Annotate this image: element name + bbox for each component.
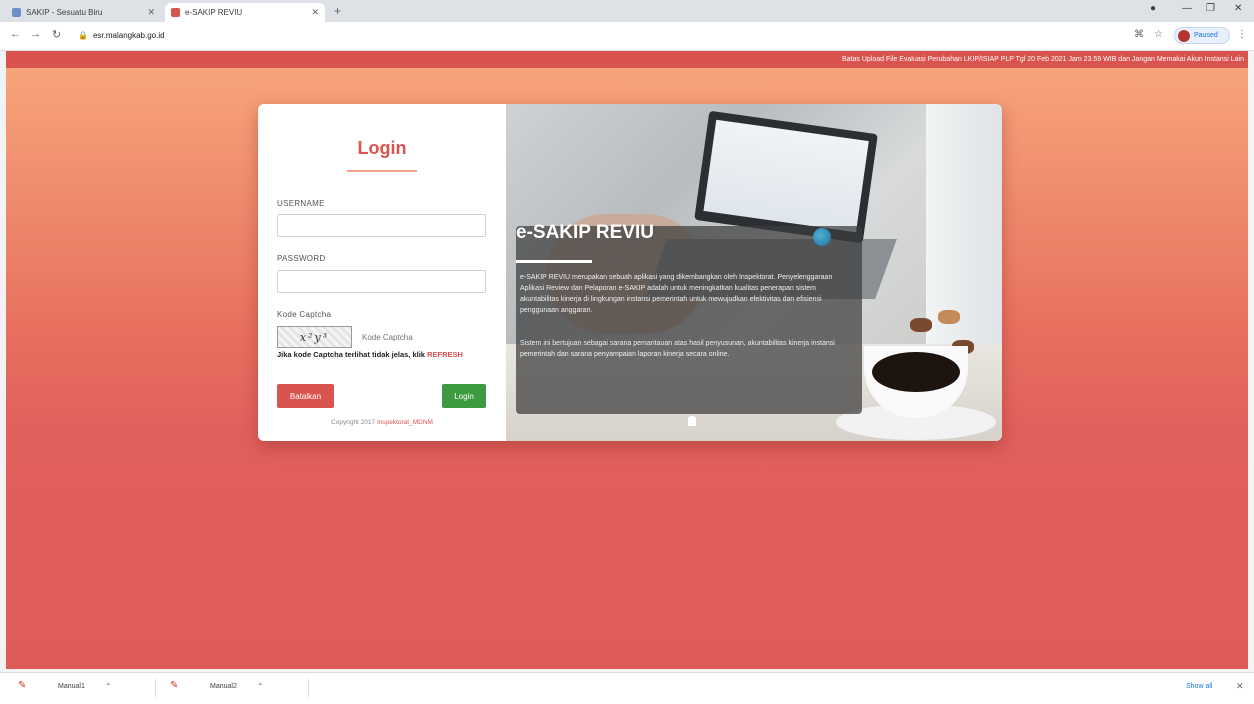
- cookie: [938, 310, 960, 324]
- hero-paragraph-2: Sistem ini bertujuan sebagai sarana pema…: [520, 340, 835, 358]
- download-item[interactable]: ✎ Manual2 ⌃: [170, 680, 264, 692]
- small-object: [688, 416, 696, 426]
- captcha-label: Kode Captcha: [277, 310, 332, 319]
- hero-title: e-SAKIP REVIU: [516, 222, 654, 243]
- new-tab-icon[interactable]: +: [334, 4, 341, 18]
- download-filename: Manual2: [210, 682, 237, 690]
- divider: [155, 679, 156, 697]
- divider: [308, 679, 309, 697]
- hero-paragraph-1: e-SAKIP REVIU merupakan sebuah aplikasi …: [520, 274, 833, 314]
- back-icon[interactable]: ←: [10, 28, 21, 40]
- browser-tab-strip: SAKIP - Sesuatu Biru ✕ e-SAKIP REVIU ✕ +…: [0, 0, 1254, 22]
- translate-icon[interactable]: ⌘: [1134, 29, 1144, 40]
- browser-tab-active[interactable]: e-SAKIP REVIU ✕: [165, 3, 325, 22]
- captcha-refresh-link[interactable]: REFRESH: [427, 350, 463, 359]
- profile-label: Paused: [1194, 32, 1218, 39]
- cookie: [910, 318, 932, 332]
- url-text: esr.malangkab.go.id: [92, 31, 165, 40]
- site-favicon-icon: [12, 8, 21, 17]
- password-input[interactable]: [277, 270, 486, 293]
- profile-button[interactable]: Paused: [1174, 27, 1230, 44]
- username-label: USERNAME: [277, 199, 325, 208]
- login-card: Login USERNAME PASSWORD Kode Captcha x²y…: [258, 104, 1002, 441]
- forward-icon[interactable]: →: [30, 28, 41, 40]
- record-icon[interactable]: ●: [1150, 3, 1156, 14]
- address-toolbar: ← → ↻ 🔒 esr.malangkab.go.id ⌘ ☆ Paused ⋮: [0, 22, 1254, 51]
- close-tab-icon[interactable]: ✕: [311, 7, 319, 18]
- show-all-button[interactable]: Show all: [1186, 683, 1212, 690]
- copyright-brand-link[interactable]: Inspektorat_MDNM: [377, 419, 433, 426]
- chevron-up-icon[interactable]: ⌃: [257, 682, 264, 691]
- password-label: PASSWORD: [277, 254, 326, 263]
- cancel-button[interactable]: Batalkan: [277, 384, 334, 408]
- title-underline: [347, 170, 417, 172]
- captcha-image: x²y³: [277, 326, 352, 348]
- downloads-bar: ✎ Manual1 ⌃ ✎ Manual2 ⌃ Show all ✕: [0, 672, 1254, 704]
- minimize-icon[interactable]: —: [1182, 3, 1192, 14]
- url-bar[interactable]: 🔒 esr.malangkab.go.id: [78, 26, 1118, 45]
- avatar: [1178, 29, 1190, 42]
- login-button[interactable]: Login: [442, 384, 486, 408]
- laptop-screen: [694, 110, 878, 244]
- page-background: Batas Upload File Evaluasi Perubahan LKI…: [6, 51, 1248, 669]
- close-tab-icon[interactable]: ✕: [147, 7, 155, 18]
- maximize-icon[interactable]: ❐: [1206, 3, 1215, 14]
- globe-icon: [813, 228, 831, 246]
- hero-image: e-SAKIP REVIU e-SAKIP REVIU merupakan se…: [506, 104, 1002, 441]
- reload-icon[interactable]: ↻: [52, 28, 61, 41]
- captcha-input[interactable]: [358, 326, 494, 348]
- username-input[interactable]: [277, 214, 486, 237]
- captcha-note-text: Jika kode Captcha terlihat tidak jelas, …: [277, 350, 428, 359]
- copyright-text: Copyright 2017 Inspektorat_MDNM: [258, 419, 506, 426]
- download-item[interactable]: ✎ Manual1 ⌃: [18, 680, 112, 692]
- pdf-file-icon: ✎: [18, 680, 27, 691]
- login-form: Login USERNAME PASSWORD Kode Captcha x²y…: [258, 104, 506, 441]
- download-filename: Manual1: [58, 682, 85, 690]
- chevron-up-icon[interactable]: ⌃: [105, 682, 112, 691]
- captcha-note: Jika kode Captcha terlihat tidak jelas, …: [277, 350, 492, 359]
- more-menu-icon[interactable]: ⋮: [1237, 29, 1247, 40]
- announcement-text: Batas Upload File Evaluasi Perubahan LKI…: [842, 56, 1244, 63]
- bookmark-star-icon[interactable]: ☆: [1154, 29, 1163, 40]
- close-icon[interactable]: ✕: [1236, 681, 1244, 692]
- hero-overlay: e-SAKIP REVIU e-SAKIP REVIU merupakan se…: [516, 222, 862, 414]
- tab-title: SAKIP - Sesuatu Biru: [26, 8, 103, 17]
- lock-icon: 🔒: [78, 31, 88, 40]
- login-title: Login: [357, 138, 407, 158]
- announcement-marquee: Batas Upload File Evaluasi Perubahan LKI…: [6, 51, 1248, 68]
- close-window-icon[interactable]: ✕: [1234, 3, 1242, 14]
- hero-title-underline: [516, 260, 592, 263]
- site-favicon-icon: [171, 8, 180, 17]
- pdf-file-icon: ✎: [170, 680, 179, 691]
- window-light: [926, 104, 1002, 344]
- tab-title: e-SAKIP REVIU: [185, 8, 243, 17]
- copyright-prefix: Copyright 2017: [331, 419, 377, 426]
- browser-tab[interactable]: SAKIP - Sesuatu Biru ✕: [6, 3, 161, 22]
